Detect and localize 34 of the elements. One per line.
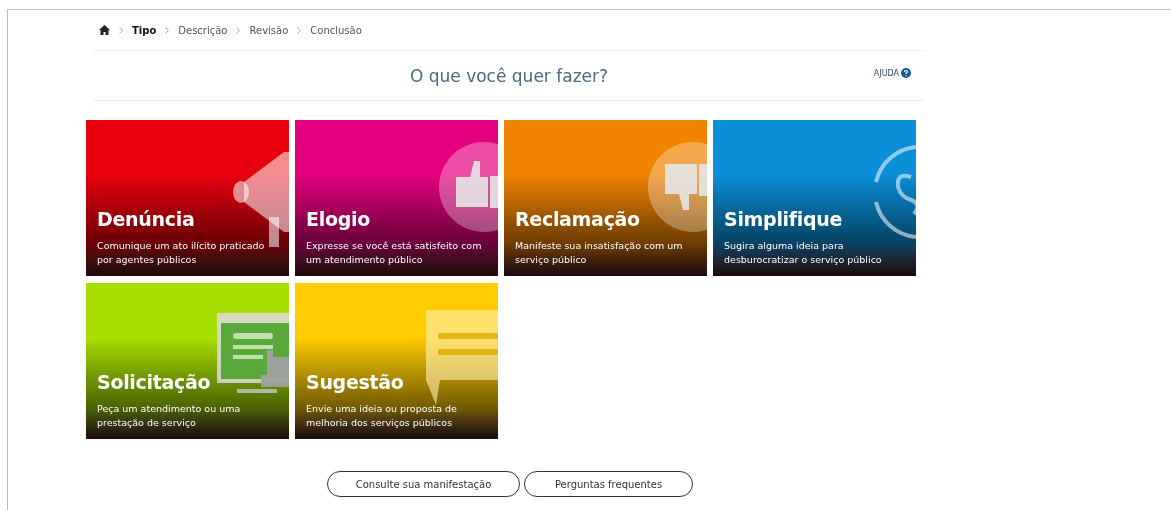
card-description: Expresse se você está satisfeito com um atendimento público <box>306 239 483 267</box>
category-card[interactable]: Denúncia Comunique um ato ilícito praticado por agentes públicos <box>86 120 289 276</box>
category-card[interactable]: Simplifique Sugira alguma ideia para desburocratizar o serviço público <box>713 120 916 276</box>
category-card[interactable]: Elogio Expresse se você está satisfeito com um atendimento público <box>295 120 498 276</box>
chevron-icon <box>165 26 170 34</box>
pill-button[interactable]: Consulte sua manifestação <box>327 471 520 497</box>
card-description: Envie uma ideia ou proposta de melhoria dos serviços públicos <box>306 402 458 430</box>
breadcrumb-link[interactable]: Revisão <box>249 24 289 36</box>
chevron-icon <box>236 26 241 34</box>
card-description: Sugira alguma ideia para desburocratizar o serviço público <box>724 239 883 267</box>
card-title: Solicitação <box>97 371 212 393</box>
category-card[interactable]: Sugestão Envie uma ideia ou proposta de melhoria dos serviços públicos <box>295 283 498 439</box>
card-title: Reclamação <box>515 208 641 230</box>
breadcrumb-link[interactable]: Conclusão <box>310 24 362 36</box>
home-icon[interactable] <box>99 25 110 35</box>
thumbs-up-icon <box>436 142 498 232</box>
thumbs-down-icon <box>645 142 707 232</box>
page-heading: O que você quer fazer? <box>409 65 609 86</box>
help-icon <box>901 68 911 78</box>
breadcrumb-link[interactable]: Descrição <box>178 24 228 36</box>
card-title: Denúncia <box>97 208 196 230</box>
card-title: Simplifique <box>724 208 844 230</box>
chevron-icon <box>119 26 123 34</box>
breadcrumb-link[interactable]: Tipo <box>132 24 157 36</box>
card-description: Comunique um ato ilícito praticado por agentes públicos <box>97 239 266 267</box>
card-title: Sugestão <box>306 371 405 393</box>
pill-button[interactable]: Perguntas frequentes <box>524 471 693 497</box>
help-link[interactable]: AJUDA <box>873 68 911 78</box>
card-title: Elogio <box>306 208 371 230</box>
card-description: Peça um atendimento ou uma prestação de serviço <box>97 402 242 430</box>
category-card[interactable]: Reclamação Manifeste sua insatisfação com um serviço público <box>504 120 707 276</box>
card-description: Manifeste sua insatisfação com um serviço público <box>515 239 684 267</box>
chevron-icon <box>297 26 302 34</box>
category-card[interactable]: Solicitação Peça um atendimento ou uma prestação de serviço <box>86 283 289 439</box>
